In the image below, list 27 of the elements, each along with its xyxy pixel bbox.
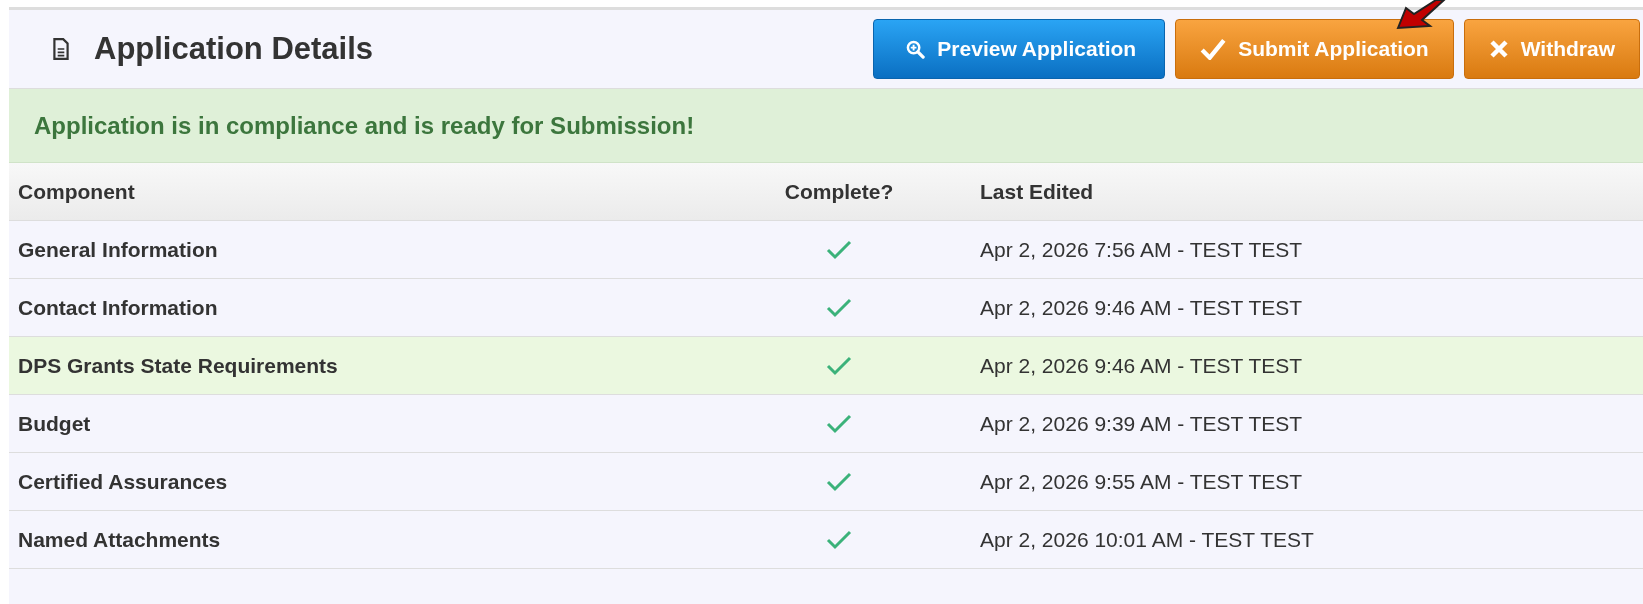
column-header: Component xyxy=(17,179,136,204)
document-icon xyxy=(52,38,70,60)
component-cell-text: Contact Information xyxy=(17,295,219,320)
table-row[interactable]: Budget Apr 2, 2026 9:39 AM - TEST TEST xyxy=(9,395,1643,453)
table-row[interactable]: DPS Grants State Requirements Apr 2, 2026 9:46 AM - TEST TEST xyxy=(9,337,1643,395)
column-header: Complete? xyxy=(783,179,895,204)
component-cell-text: General Information xyxy=(17,237,219,262)
last-edited-cell-text: Apr 2, 2026 7:56 AM - TEST TEST xyxy=(979,237,1303,262)
last-edited-cell-text: Apr 2, 2026 10:01 AM - TEST TEST xyxy=(979,527,1314,552)
component-cell-text: Budget xyxy=(17,411,92,436)
checkmark-icon xyxy=(1200,38,1227,60)
zoom-in-icon xyxy=(906,39,926,59)
table-row[interactable]: Certified Assurances Apr 2, 2026 9:55 AM - TEST TEST xyxy=(9,453,1643,511)
component-cell-text: DPS Grants State Requirements xyxy=(17,353,339,378)
table-row[interactable]: Named Attachments Apr 2, 2026 10:01 AM - TEST TEST xyxy=(9,511,1643,569)
table-row[interactable]: General Information Apr 2, 2026 7:56 AM - TEST TEST xyxy=(9,221,1643,279)
close-icon xyxy=(1488,39,1509,59)
last-edited-cell-text: Apr 2, 2026 9:55 AM - TEST TEST xyxy=(979,469,1303,494)
component-cell-text: Certified Assurances xyxy=(17,469,229,494)
component-cell-text: Named Attachments xyxy=(17,527,222,552)
last-edited-cell-text: Apr 2, 2026 9:46 AM - TEST TEST xyxy=(979,295,1303,320)
column-header: Last Edited xyxy=(979,179,1094,204)
page-title: Application Details xyxy=(94,31,374,67)
alert-message: Application is in compliance and is ready for Submission! xyxy=(34,111,695,140)
last-edited-cell-text: Apr 2, 2026 9:39 AM - TEST TEST xyxy=(979,411,1303,436)
preview-button[interactable]: Preview Application xyxy=(873,19,1166,79)
last-edited-cell-text: Apr 2, 2026 9:46 AM - TEST TEST xyxy=(979,353,1303,378)
